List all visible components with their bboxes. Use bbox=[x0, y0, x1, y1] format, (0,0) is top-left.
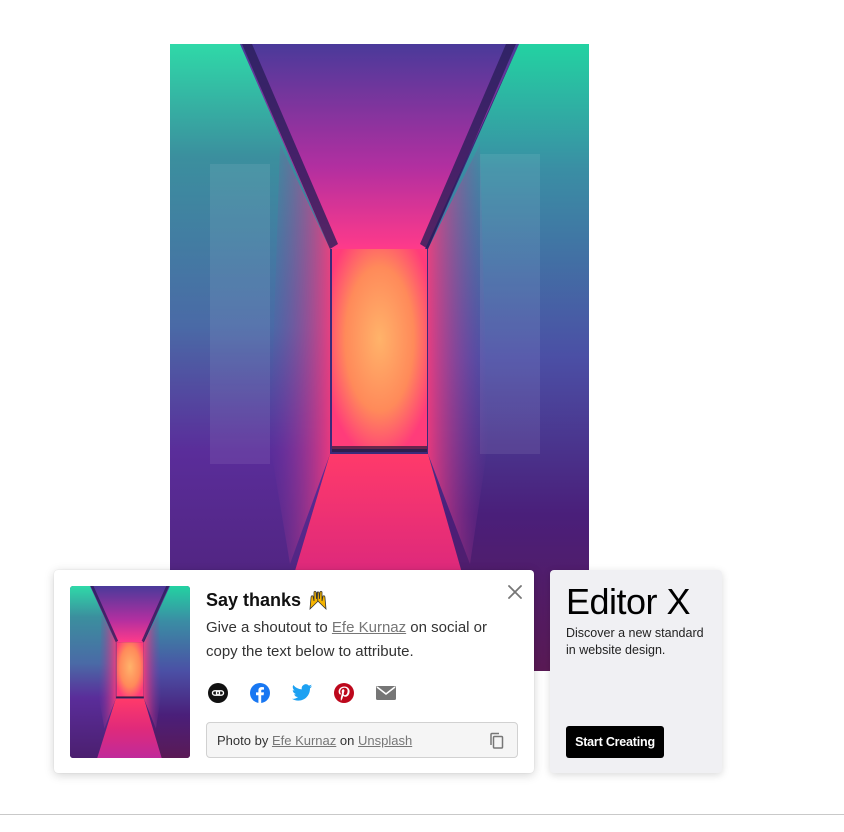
attribution-photographer-link[interactable]: Efe Kurnaz bbox=[272, 733, 336, 748]
close-button[interactable] bbox=[503, 580, 527, 604]
share-pinterest-button[interactable] bbox=[332, 681, 356, 705]
share-icons bbox=[206, 681, 416, 705]
photo-thumbnail-image bbox=[70, 586, 190, 758]
message-prefix: Give a shoutout to bbox=[206, 619, 332, 636]
start-creating-button[interactable]: Start Creating bbox=[566, 726, 664, 758]
twitter-icon bbox=[291, 684, 313, 701]
copy-attribution-button[interactable] bbox=[487, 731, 507, 751]
attribution-prefix: Photo by bbox=[217, 732, 269, 748]
editor-x-logo: Editor X bbox=[566, 581, 691, 622]
attribution-box: Photo by Efe Kurnaz on Unsplash bbox=[206, 722, 518, 758]
say-thanks-title: Say thanks bbox=[206, 588, 329, 612]
say-thanks-message: Give a shoutout to Efe Kurnaz on social … bbox=[206, 616, 506, 664]
attribution-middle: on bbox=[339, 732, 355, 748]
attribution-source-link[interactable]: Unsplash bbox=[358, 733, 412, 748]
say-thanks-card: Say thanks Give a shoutout to Efe Kurnaz… bbox=[54, 570, 534, 773]
raised-hands-icon bbox=[309, 590, 327, 611]
email-icon bbox=[376, 686, 396, 700]
share-email-button[interactable] bbox=[374, 681, 398, 705]
link-icon bbox=[208, 683, 228, 703]
close-icon bbox=[508, 585, 522, 599]
share-twitter-button[interactable] bbox=[290, 681, 314, 705]
copy-link-button[interactable] bbox=[206, 681, 230, 705]
photographer-link[interactable]: Efe Kurnaz bbox=[332, 619, 406, 636]
say-thanks-title-text: Say thanks bbox=[206, 589, 302, 610]
ad-description: Discover a new standard in website desig… bbox=[566, 626, 704, 657]
facebook-icon bbox=[250, 683, 270, 703]
photo-thumbnail[interactable] bbox=[70, 586, 190, 758]
share-facebook-button[interactable] bbox=[248, 681, 272, 705]
copy-icon bbox=[490, 732, 504, 749]
page-divider bbox=[0, 814, 844, 815]
editor-x-ad[interactable]: Editor X Discover a new standard in webs… bbox=[550, 570, 722, 773]
pinterest-icon bbox=[334, 683, 354, 703]
